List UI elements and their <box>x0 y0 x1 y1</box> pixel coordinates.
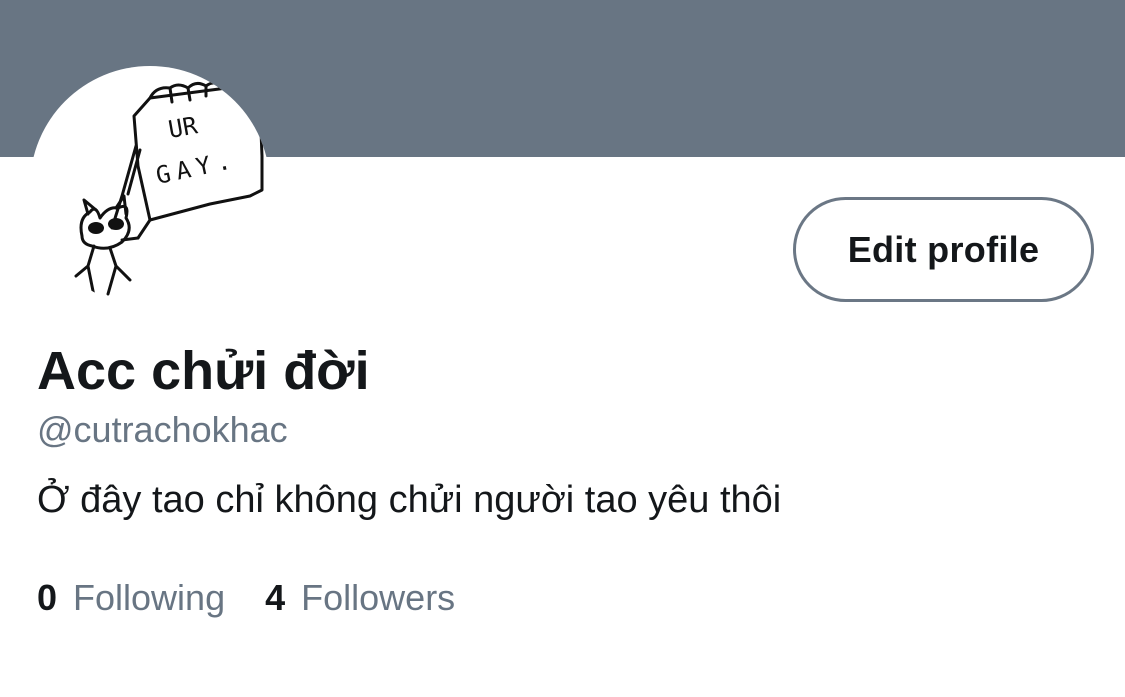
following-label: Following <box>73 577 226 618</box>
profile-handle: @cutrachokhac <box>37 409 288 450</box>
cat-eye-right <box>108 218 124 230</box>
profile-bio: Ở đây tao chỉ không chửi người tao yêu t… <box>37 479 782 521</box>
profile-stats: 0 Following 4 Followers <box>37 574 455 622</box>
following-count: 0 <box>37 577 58 618</box>
followers-count: 4 <box>265 577 286 618</box>
avatar[interactable]: UR GAY. <box>30 66 270 306</box>
edit-profile-button[interactable]: Edit profile <box>793 197 1094 302</box>
avatar-drawing: UR GAY. <box>74 81 264 298</box>
following-stat[interactable]: 0 Following <box>37 574 225 622</box>
cat-eye-left <box>88 222 104 234</box>
followers-stat[interactable]: 4 Followers <box>265 574 455 622</box>
svg-text:UR: UR <box>166 111 200 144</box>
svg-text:GAY.: GAY. <box>153 145 239 189</box>
display-name: Acc chửi đời <box>37 341 370 401</box>
profile-page: UR GAY. Edit profile Acc chửi đời @cutra… <box>0 0 1125 697</box>
followers-label: Followers <box>301 577 456 618</box>
